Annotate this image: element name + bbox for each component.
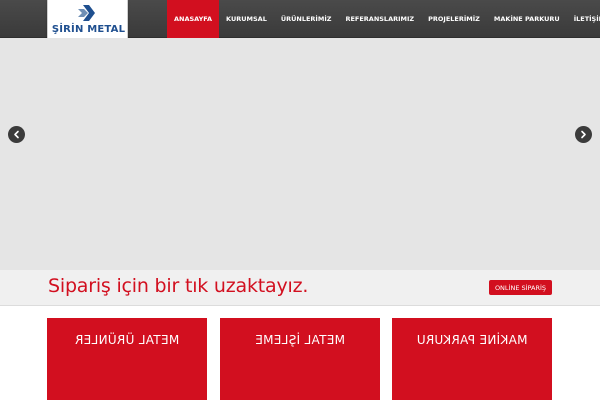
online-order-button[interactable]: ONLİNE SİPARİŞ [489,280,552,295]
nav-item-anasayfa[interactable]: ANASAYFA [167,0,220,38]
nav-item-referanslarimiz[interactable]: REFERANSLARIMIZ [338,0,421,38]
chevron-right-icon [581,130,586,139]
slider-prev-button[interactable] [8,126,25,143]
nav-item-projelerimiz[interactable]: PROJELERİMİZ [421,0,487,38]
card-label: METAL İŞLEME [255,333,346,347]
card-metal-isleme[interactable]: METAL İŞLEME [220,318,380,400]
hero-slider [0,38,600,270]
logo-mark-icon [78,5,95,21]
slider-next-button[interactable] [575,126,592,143]
nav-item-iletisim[interactable]: İLETİŞİM [567,0,600,38]
card-label: METAL ÜRÜNLER [74,333,180,347]
main-menu: ANASAYFA KURUMSAL ÜRÜNLERİMİZ REFERANSLA… [167,0,600,38]
order-callout: Sipariş için bir tık uzaktayız. ONLİNE S… [0,270,600,306]
callout-text: Sipariş için bir tık uzaktayız. [48,275,309,297]
site-logo[interactable]: ŞİRİN METAL [47,0,128,40]
card-label: MAKİNE PARKURU [416,333,528,347]
card-metal-urunler[interactable]: METAL ÜRÜNLER [47,318,207,400]
top-navigation-bar: ŞİRİN METAL ANASAYFA KURUMSAL ÜRÜNLERİMİ… [0,0,600,40]
logo-text: ŞİRİN METAL [51,24,126,35]
feature-cards: METAL ÜRÜNLER METAL İŞLEME MAKİNE PARKUR… [0,318,600,400]
card-makine-parkuru[interactable]: MAKİNE PARKURU [392,318,552,400]
nav-item-makine-parkuru[interactable]: MAKİNE PARKURU [487,0,567,38]
nav-item-urunlerimiz[interactable]: ÜRÜNLERİMİZ [274,0,339,38]
chevron-left-icon [14,130,19,139]
nav-item-kurumsal[interactable]: KURUMSAL [219,0,274,38]
